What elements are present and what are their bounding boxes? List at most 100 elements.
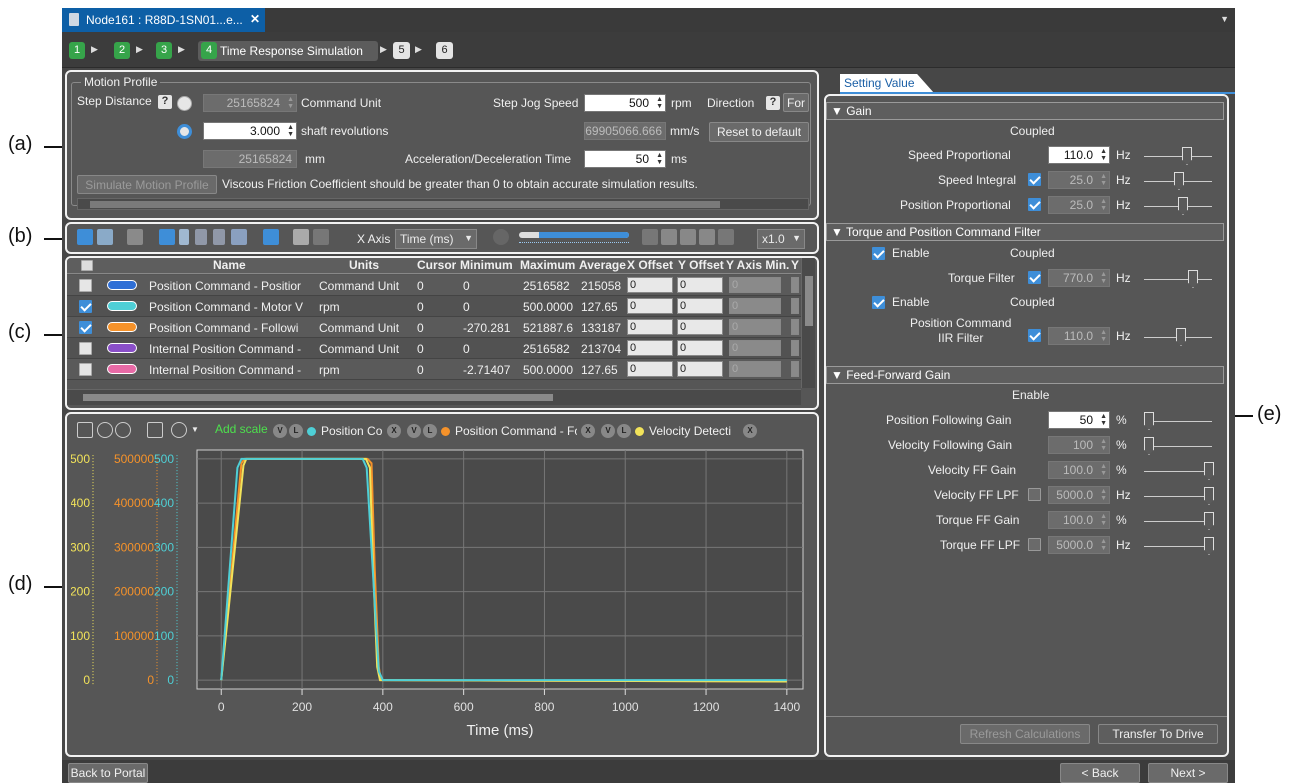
position-following-gain-input[interactable]: 50 ▲ ▼ — [1048, 411, 1110, 429]
reset-to-default-button[interactable]: Reset to default — [709, 122, 809, 142]
header-checkbox[interactable] — [81, 260, 93, 271]
table-row[interactable]: Position Command - Motor Vrpm 0 0 500.0000 1… — [67, 296, 807, 317]
list-icon[interactable] — [97, 229, 113, 245]
step-6[interactable]: 6 — [436, 42, 453, 59]
col-name[interactable]: Name — [213, 258, 246, 274]
series-chip[interactable]: VL Position Command - Follov X — [407, 420, 599, 442]
cursor-icon[interactable] — [179, 229, 189, 245]
image-icon[interactable] — [293, 229, 309, 245]
series-color-swatch[interactable] — [107, 343, 137, 353]
col-units[interactable]: Units — [349, 258, 379, 274]
feed-forward-section-header[interactable]: ▼ Feed-Forward Gain — [826, 366, 1224, 384]
bar-chart-icon[interactable] — [147, 422, 163, 438]
row-visible-checkbox[interactable] — [79, 300, 92, 313]
chip-v-button[interactable]: V — [407, 424, 421, 438]
slider-thumb[interactable] — [1204, 462, 1214, 480]
calendar-icon[interactable] — [263, 229, 279, 245]
chip-close-button[interactable]: X — [743, 424, 757, 438]
skip-forward-icon[interactable] — [718, 229, 734, 245]
cell-y-input[interactable] — [791, 277, 799, 293]
measure-icon[interactable] — [213, 229, 225, 245]
torque-ff-lpf-input[interactable]: 5000.0 ▲ ▼ — [1048, 536, 1110, 554]
col-y-axis-min[interactable]: Y Axis Min. — [726, 258, 789, 274]
fit-icon[interactable] — [77, 422, 93, 438]
series-chip[interactable]: V L Velocity Detecti X — [601, 420, 761, 442]
zoom-in-icon[interactable] — [97, 422, 113, 438]
torque-ff-gain-input[interactable]: 100.0 ▲ ▼ — [1048, 511, 1110, 529]
step-3[interactable]: 3 — [156, 42, 172, 59]
position-command-filter-enable-checkbox[interactable] — [872, 296, 885, 309]
slider-thumb[interactable] — [1204, 487, 1214, 505]
slider-thumb[interactable] — [1188, 270, 1198, 288]
cursor2-icon[interactable] — [195, 229, 207, 245]
cell-y-input[interactable] — [791, 319, 799, 335]
torque-ff-lpf-slider[interactable] — [1144, 537, 1214, 555]
torque-ff-lpf-checkbox[interactable] — [1028, 538, 1041, 551]
chip-v-button[interactable]: V — [273, 424, 287, 438]
playback-speed-select[interactable]: x1.0 ▼ — [757, 229, 805, 249]
play-icon[interactable] — [661, 229, 677, 245]
row-visible-checkbox[interactable] — [79, 363, 92, 376]
speed-integral-input[interactable]: 25.0 ▲ ▼ — [1048, 171, 1110, 189]
x-axis-select[interactable]: Time (ms) ▼ — [395, 229, 477, 249]
chevron-down-icon[interactable]: ▼ — [1220, 14, 1229, 24]
velocity-ff-gain-slider[interactable] — [1144, 462, 1214, 480]
torque-filter-input[interactable]: 770.0 ▲ ▼ — [1048, 269, 1110, 287]
cell-x-offset-input[interactable]: 0 — [627, 277, 673, 293]
series-color-swatch[interactable] — [107, 301, 137, 311]
back-button[interactable]: < Back — [1060, 763, 1140, 783]
table-row[interactable]: Internal Position Command - rpm 0 -2.71407 5… — [67, 359, 807, 380]
cell-x-offset-input[interactable]: 0 — [627, 298, 673, 314]
table-row[interactable]: Position Command - Positior Command Unit 0… — [67, 275, 807, 296]
torque-filter-enable-checkbox[interactable] — [872, 247, 885, 260]
cell-x-offset-input[interactable]: 0 — [627, 319, 673, 335]
series-color-swatch[interactable] — [107, 280, 137, 290]
position-proportional-input[interactable]: 25.0 ▲ ▼ — [1048, 196, 1110, 214]
slider-thumb[interactable] — [1144, 412, 1154, 430]
step-4-current[interactable]: 4 Time Response Simulation — [198, 41, 378, 61]
command-unit-input[interactable]: 25165824 ▲ ▼ — [203, 94, 297, 112]
step-2[interactable]: 2 — [114, 42, 130, 59]
torque-filter-section-header[interactable]: ▼ Torque and Position Command Filter — [826, 223, 1224, 241]
transfer-to-drive-button[interactable]: Transfer To Drive — [1098, 724, 1218, 744]
grid-settings-icon[interactable] — [127, 229, 143, 245]
row-visible-checkbox[interactable] — [79, 279, 92, 292]
export-icon[interactable] — [313, 229, 329, 245]
back-to-portal-button[interactable]: Back to Portal — [68, 763, 148, 783]
chip-l-button[interactable]: L — [289, 424, 303, 438]
slider-thumb[interactable] — [1182, 147, 1192, 165]
radio-shaft-revolutions[interactable] — [177, 124, 192, 139]
speed-proportional-slider[interactable] — [1144, 147, 1212, 165]
gain-section-header[interactable]: ▼ Gain — [826, 102, 1224, 120]
chip-close-button[interactable]: X — [581, 424, 595, 438]
cell-y-offset-input[interactable]: 0 — [677, 361, 723, 377]
series-chip[interactable]: V L Position Cor X — [273, 420, 405, 442]
radio-command-unit[interactable] — [177, 96, 192, 111]
chip-l-button[interactable]: L — [617, 424, 631, 438]
slider-thumb[interactable] — [1144, 437, 1154, 455]
speed-integral-coupled-checkbox[interactable] — [1028, 173, 1041, 186]
cell-y-axis-min-input[interactable]: 0 — [729, 340, 781, 356]
vertical-scrollbar[interactable] — [801, 258, 815, 388]
simulate-motion-profile-button[interactable]: Simulate Motion Profile — [77, 175, 217, 194]
step-5[interactable]: 5 — [393, 42, 410, 59]
col-maximum[interactable]: Maximum — [520, 258, 575, 274]
help-icon[interactable]: ? — [766, 96, 780, 110]
close-icon[interactable]: ✕ — [250, 12, 260, 26]
chip-close-button[interactable]: X — [387, 424, 401, 438]
iir-filter-slider[interactable] — [1144, 328, 1212, 346]
direction-button[interactable]: For — [783, 93, 809, 112]
torque-filter-coupled-checkbox[interactable] — [1028, 271, 1041, 284]
document-tab[interactable]: Node161 : R88D-1SN01...e... ✕ — [62, 8, 265, 32]
iir-filter-coupled-checkbox[interactable] — [1028, 329, 1041, 342]
cell-y-input[interactable] — [791, 298, 799, 314]
series-color-swatch[interactable] — [107, 364, 137, 374]
speed-integral-slider[interactable] — [1144, 172, 1212, 190]
position-following-gain-slider[interactable] — [1144, 412, 1212, 430]
step-1[interactable]: 1 — [69, 42, 85, 59]
cell-y-axis-min-input[interactable]: 0 — [729, 298, 781, 314]
zoom-out-icon[interactable] — [115, 422, 131, 438]
col-minimum[interactable]: Minimum — [460, 258, 513, 274]
slider-thumb[interactable] — [1176, 328, 1186, 346]
gear-icon[interactable] — [171, 422, 187, 438]
